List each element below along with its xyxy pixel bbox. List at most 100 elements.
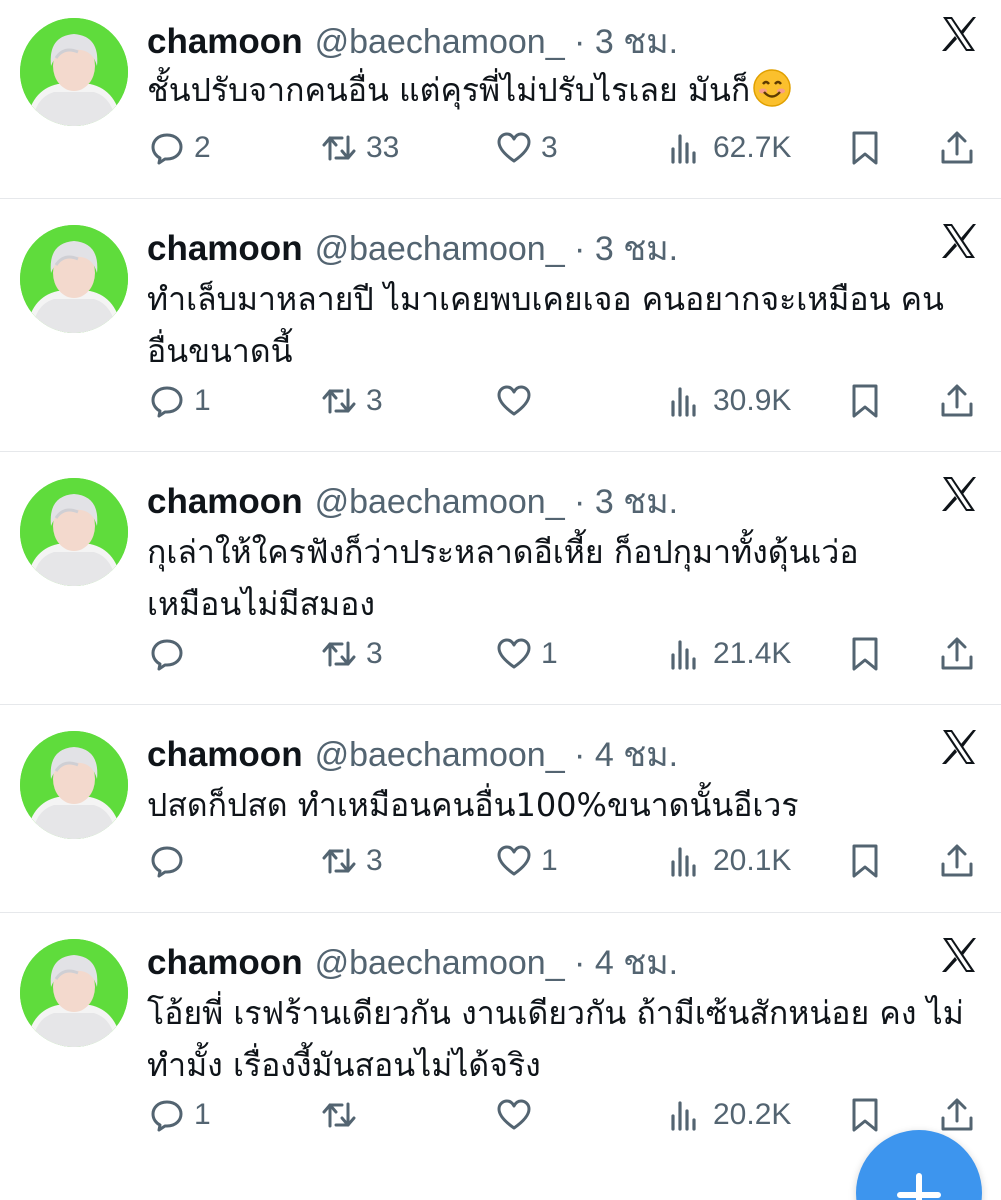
- tweet-text: ปสดก็ปสด ทำเหมือนคนอื่น100%ขนาดนั้นอีเวร: [147, 786, 799, 824]
- heart-icon: [497, 1099, 531, 1130]
- view-count: 30.9K: [713, 384, 792, 417]
- heart-icon: [497, 132, 531, 163]
- tweet-5[interactable]: chamoon @baechamoon_ · 4 ชม. โอ้ยพี่ เรฟ…: [0, 913, 1001, 1200]
- bookmark-button[interactable]: [846, 630, 884, 678]
- display-name[interactable]: chamoon: [147, 229, 303, 269]
- reply-count: 2: [194, 131, 211, 164]
- bookmark-button[interactable]: [846, 837, 884, 885]
- timeline-feed: chamoon @baechamoon_ · 3 ชม. ชั้นปรับจาก…: [0, 0, 1001, 1200]
- plus-icon: [897, 1173, 941, 1200]
- handle-and-time[interactable]: @baechamoon_ · 3 ชม.: [315, 221, 679, 275]
- views-button[interactable]: 20.1K: [667, 837, 791, 885]
- reply-button[interactable]: 1: [148, 377, 211, 425]
- retweet-count: 3: [366, 384, 383, 417]
- tweet-2[interactable]: chamoon @baechamoon_ · 3 ชม. ทำเล็บมาหลา…: [0, 199, 1001, 452]
- views-icon: [671, 640, 696, 670]
- reply-button[interactable]: [148, 630, 194, 678]
- tweet-text: โอ้ยพี่ เรฟร้านเดียวกัน งานเดียวกัน ถ้าม…: [147, 994, 964, 1084]
- tweet-text: กุเล่าให้ใครฟังก็ว่าประหลาดอีเหี้ย ก็อปก…: [147, 533, 859, 623]
- reply-button[interactable]: 1: [148, 1091, 211, 1139]
- share-button[interactable]: [938, 377, 976, 425]
- x-logo-icon: [939, 14, 979, 54]
- reply-icon: [151, 133, 183, 165]
- views-button[interactable]: 62.7K: [667, 124, 791, 172]
- like-button[interactable]: 1: [495, 630, 558, 678]
- display-name[interactable]: chamoon: [147, 943, 303, 983]
- view-count: 62.7K: [713, 131, 792, 164]
- tweet-1[interactable]: chamoon @baechamoon_ · 3 ชม. ชั้นปรับจาก…: [0, 0, 1001, 199]
- views-icon: [671, 387, 696, 417]
- like-count: 3: [541, 131, 558, 164]
- views-button[interactable]: 20.2K: [667, 1091, 791, 1139]
- retweet-icon: [322, 388, 356, 414]
- tweet-4[interactable]: chamoon @baechamoon_ · 4 ชม. ปสดก็ปสด ทำ…: [0, 705, 1001, 913]
- view-count: 20.1K: [713, 844, 792, 877]
- tweet-text: ทำเล็บมาหลายปี ไมาเคยพบเคยเจอ คนอยากจะเห…: [147, 280, 944, 370]
- avatar[interactable]: [20, 478, 128, 586]
- x-logo-icon: [939, 474, 979, 514]
- share-button[interactable]: [938, 837, 976, 885]
- tweet-header: chamoon @baechamoon_ · 3 ชม.: [147, 221, 678, 268]
- reply-icon: [151, 846, 183, 878]
- avatar[interactable]: [20, 939, 128, 1047]
- display-name[interactable]: chamoon: [147, 482, 303, 522]
- handle-and-time[interactable]: @baechamoon_ · 3 ชม.: [315, 14, 679, 68]
- views-button[interactable]: 21.4K: [667, 630, 791, 678]
- heart-icon: [497, 385, 531, 416]
- retweet-button[interactable]: 3: [320, 630, 383, 678]
- retweet-icon: [322, 641, 356, 667]
- reply-icon: [151, 386, 183, 418]
- retweet-icon: [322, 848, 356, 874]
- share-icon: [941, 637, 973, 670]
- retweet-button[interactable]: 3: [320, 377, 383, 425]
- x-logo-icon: [939, 727, 979, 767]
- like-button[interactable]: 3: [495, 124, 558, 172]
- reply-button[interactable]: 2: [148, 124, 211, 172]
- views-icon: [671, 1101, 696, 1131]
- display-name[interactable]: chamoon: [147, 22, 303, 62]
- reply-icon: [151, 639, 183, 671]
- display-name[interactable]: chamoon: [147, 735, 303, 775]
- handle-and-time[interactable]: @baechamoon_ · 3 ชม.: [315, 474, 679, 528]
- smiling-face-emoji: [752, 68, 792, 108]
- retweet-button[interactable]: [320, 1091, 366, 1139]
- views-button[interactable]: 30.9K: [667, 377, 791, 425]
- x-logo-icon: [939, 221, 979, 261]
- share-icon: [941, 131, 973, 164]
- views-icon: [671, 847, 696, 877]
- like-count: 1: [541, 844, 558, 877]
- bookmark-button[interactable]: [846, 124, 884, 172]
- avatar[interactable]: [20, 731, 128, 839]
- tweet-header: chamoon @baechamoon_ · 4 ชม.: [147, 727, 678, 774]
- like-button[interactable]: 1: [495, 837, 558, 885]
- bookmark-button[interactable]: [846, 377, 884, 425]
- like-button[interactable]: [495, 1091, 541, 1139]
- bookmark-icon: [852, 131, 878, 165]
- retweet-button[interactable]: 3: [320, 837, 383, 885]
- heart-icon: [497, 845, 531, 876]
- bookmark-icon: [852, 1098, 878, 1132]
- retweet-count: 3: [366, 637, 383, 670]
- retweet-icon: [322, 1102, 356, 1128]
- bookmark-button[interactable]: [846, 1091, 884, 1139]
- like-button[interactable]: [495, 377, 541, 425]
- view-count: 21.4K: [713, 637, 792, 670]
- handle-and-time[interactable]: @baechamoon_ · 4 ชม.: [315, 935, 679, 989]
- avatar[interactable]: [20, 225, 128, 333]
- tweet-actions: 1 20.2K: [0, 1091, 1001, 1139]
- avatar[interactable]: [20, 18, 128, 126]
- tweet-3[interactable]: chamoon @baechamoon_ · 3 ชม. กุเล่าให้ใค…: [0, 452, 1001, 705]
- tweet-text: ชั้นปรับจากคนอื่น แต่คุรพี่ไม่ปรับไรเลย …: [147, 64, 977, 116]
- share-button[interactable]: [938, 124, 976, 172]
- bookmark-icon: [852, 637, 878, 671]
- reply-count: 1: [194, 1098, 211, 1131]
- tweet-actions: 3 1 21.4K: [0, 630, 1001, 678]
- share-button[interactable]: [938, 630, 976, 678]
- reply-count: 1: [194, 384, 211, 417]
- handle-and-time[interactable]: @baechamoon_ · 4 ชม.: [315, 727, 679, 781]
- share-button[interactable]: [938, 1091, 976, 1139]
- retweet-button[interactable]: 33: [320, 124, 399, 172]
- reply-button[interactable]: [148, 837, 194, 885]
- tweet-actions: 3 1 20.1K: [0, 837, 1001, 885]
- views-icon: [671, 134, 696, 164]
